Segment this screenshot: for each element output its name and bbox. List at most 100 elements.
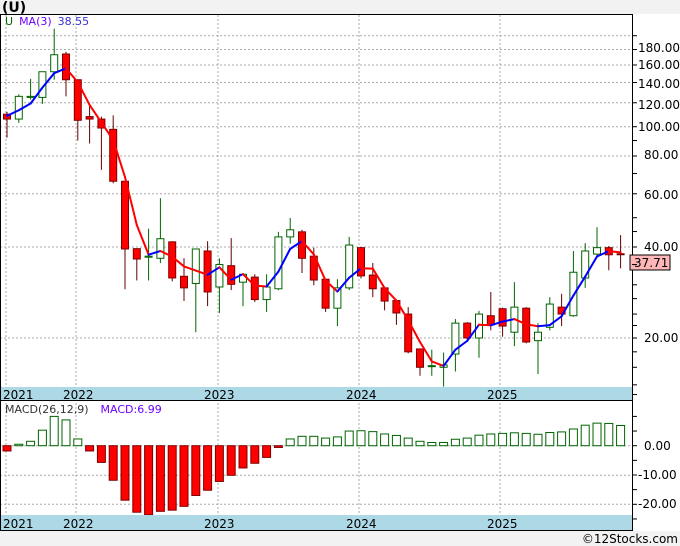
- year-label: 2022: [63, 388, 94, 402]
- candle-body: [593, 247, 601, 255]
- macd-bar: [415, 440, 425, 447]
- y-tick-label: 100.00: [638, 120, 680, 134]
- macd-bar: [403, 437, 413, 447]
- macd-bar: [61, 419, 71, 447]
- macd-bar: [462, 437, 472, 447]
- ma-segment: [607, 250, 622, 254]
- macd-bar: [427, 441, 437, 447]
- macd-bar: [321, 437, 331, 447]
- footer-bar: [0, 531, 680, 546]
- macd-tick-label: -10.00: [638, 468, 677, 482]
- title-bar: [0, 0, 680, 14]
- y-tick-label: 120.00: [638, 98, 680, 112]
- candle-body: [427, 365, 436, 368]
- candle-body: [274, 236, 283, 290]
- macd-bar: [344, 430, 354, 447]
- macd-bar: [108, 445, 118, 481]
- ma-segment: [253, 284, 268, 288]
- legend-symbol: U: [5, 15, 13, 28]
- macd-bar: [226, 445, 236, 476]
- y-tick-label: 160.00: [638, 58, 680, 72]
- candle: [168, 241, 177, 282]
- ma-segment: [478, 323, 492, 327]
- macd-bar: [262, 445, 272, 458]
- candle-body: [191, 248, 200, 284]
- year-label: 2021: [3, 517, 34, 531]
- macd-bar: [498, 432, 508, 447]
- y-tick-label: 140.00: [638, 77, 680, 91]
- macd-bar: [592, 422, 602, 447]
- macd-bar: [120, 445, 130, 501]
- stock-chart: (U) U MA(3) 38.55 2021 2022 2023 2024 2025…: [0, 0, 680, 546]
- macd-bar: [167, 445, 177, 511]
- macd-bar: [580, 424, 590, 447]
- macd-bar: [214, 445, 224, 482]
- candle-body: [156, 238, 165, 259]
- macd-bar: [509, 432, 519, 447]
- macd-bar: [285, 438, 295, 447]
- macd-bar: [474, 434, 484, 447]
- candle-body: [144, 255, 153, 258]
- candle-body: [227, 265, 236, 285]
- macd-legend: MACD(26,12,9) MACD:6.99: [5, 403, 162, 416]
- candle-body: [262, 286, 271, 301]
- candle-body: [463, 322, 472, 339]
- candle: [345, 236, 354, 291]
- year-label: 2023: [204, 388, 235, 402]
- macd-bar: [568, 428, 578, 447]
- macd-bar: [273, 445, 283, 448]
- macd-bar: [26, 440, 36, 447]
- macd-bar: [356, 430, 366, 447]
- macd-bar: [96, 445, 106, 463]
- macd-bar: [391, 434, 401, 447]
- y-tick-label: 40.00: [644, 240, 678, 254]
- macd-bar: [332, 436, 342, 447]
- year-label: 2021: [3, 388, 34, 402]
- legend-ma-label: MA(3): [19, 15, 52, 28]
- candle-body: [85, 116, 94, 120]
- last-price-label: 37.71: [634, 256, 668, 270]
- candle: [404, 307, 413, 354]
- year-label: 2025: [487, 517, 518, 531]
- year-label: 2022: [63, 517, 94, 531]
- candle-body: [50, 54, 59, 73]
- macd-bar: [2, 445, 12, 452]
- macd-bar: [521, 432, 531, 447]
- macd-bar: [557, 431, 567, 447]
- macd-bar: [486, 433, 496, 447]
- candle-body: [498, 308, 507, 327]
- macd-bar: [380, 433, 390, 447]
- date-band-macd: [0, 515, 632, 530]
- candle: [274, 231, 283, 291]
- legend-ma-value: 38.55: [58, 15, 90, 28]
- candle-body: [286, 229, 295, 238]
- candle-body: [616, 253, 625, 256]
- macd-bar: [49, 415, 59, 447]
- macd-bar: [238, 445, 248, 469]
- macd-bar: [155, 445, 165, 512]
- macd-bar: [14, 443, 24, 447]
- candle-body: [250, 276, 259, 301]
- y-tick-label: 80.00: [644, 148, 678, 162]
- candle-body: [357, 247, 365, 277]
- candle-body: [14, 95, 23, 120]
- y-tick-label: 60.00: [644, 188, 678, 202]
- macd-tick-label: -20.00: [638, 497, 677, 511]
- date-band-price: [0, 387, 632, 401]
- candle-body: [203, 250, 212, 293]
- macd-bar: [368, 431, 378, 447]
- macd-bar: [203, 445, 213, 491]
- macd-bar: [37, 429, 47, 447]
- macd-bar: [85, 445, 95, 452]
- y-tick-label: 20.00: [644, 331, 678, 345]
- macd-bar: [132, 445, 142, 513]
- macd-bar: [144, 445, 154, 516]
- macd-legend-value: MACD:6.99: [101, 403, 162, 416]
- chart-title: (U): [2, 0, 26, 16]
- year-label: 2025: [487, 388, 518, 402]
- macd-bar: [191, 445, 201, 497]
- macd-legend-label: MACD(26,12,9): [5, 403, 89, 416]
- year-label: 2024: [346, 517, 377, 531]
- macd-bar: [533, 433, 543, 447]
- year-label: 2023: [204, 517, 235, 531]
